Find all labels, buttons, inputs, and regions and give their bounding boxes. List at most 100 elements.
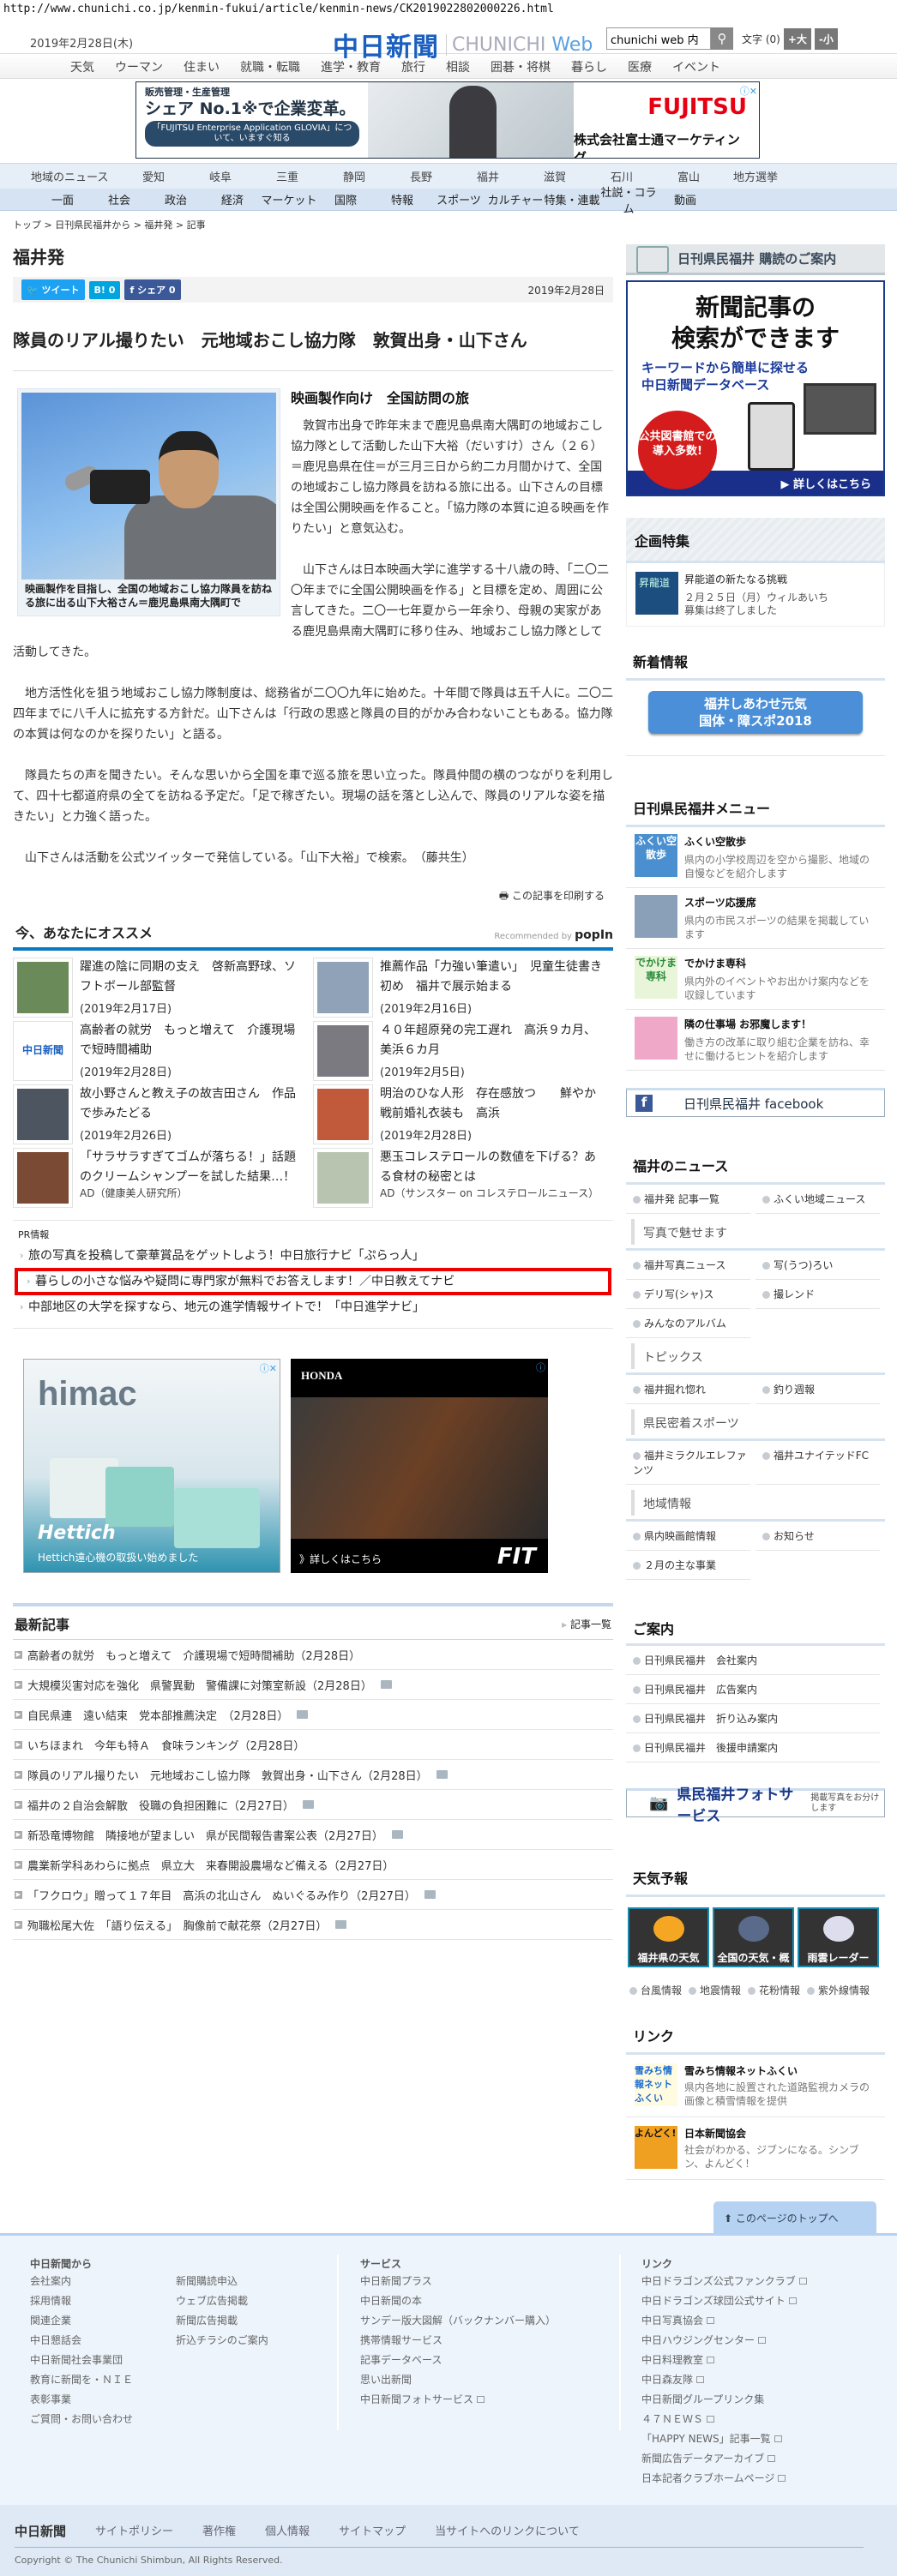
footer-link[interactable]: 中日新聞社会事業団: [30, 2351, 133, 2370]
region-nav-item[interactable]: 三重: [254, 168, 321, 184]
annai-link[interactable]: 日刊県民福井 折り込み案内: [626, 1704, 880, 1733]
nav-item[interactable]: 医療: [617, 54, 662, 78]
recommend-item[interactable]: 悪玉コレステロールの数値を下げる？ある食材の秘密とは AD（サンスター on コレ…: [313, 1148, 613, 1210]
fujitsu-ad-banner[interactable]: 販売管理・生産管理 シェア No.1※で企業変革。 「FUJITSU Enter…: [135, 81, 760, 159]
news-link[interactable]: ２月の主な事業: [626, 1551, 750, 1580]
footer-link[interactable]: 折込チラシのご案内: [176, 2331, 268, 2351]
latest-item[interactable]: ▶ 大規模災害対応を強化 県警異動 警備課に対策室新設（2月28日）: [13, 1670, 613, 1700]
region-nav-item[interactable]: 愛知: [120, 168, 187, 184]
honda-ad[interactable]: ⓘ HONDA 》詳しくはこちら FIT: [291, 1359, 548, 1573]
region-nav-item[interactable]: 福井: [455, 168, 521, 184]
footer-link[interactable]: ウェブ広告掲載: [176, 2291, 268, 2311]
news-link[interactable]: 福井発 記事一覧: [626, 1185, 750, 1214]
news-link[interactable]: 釣り週報: [756, 1375, 880, 1404]
facebook-link[interactable]: f 日刊県民福井 facebook: [626, 1088, 885, 1117]
database-ad[interactable]: 新聞記事の 検索ができます キーワードから簡単に探せる 中日新聞データベース ▶ 詳…: [626, 280, 885, 496]
category-nav-item[interactable]: 一面: [34, 191, 91, 207]
footer-link[interactable]: 関連企業: [30, 2311, 133, 2331]
latest-item[interactable]: ▶ 隊員のリアル撮りたい 元地域おこし協力隊 敦賀出身・山下さん（2月28日）: [13, 1760, 613, 1790]
latest-item[interactable]: ▶ 福井の２自治会解散 役職の負担困難に（2月27日）: [13, 1790, 613, 1820]
nav-item[interactable]: ウーマン: [105, 54, 173, 78]
news-link[interactable]: 撮レンド: [756, 1280, 880, 1309]
footer-link[interactable]: 新聞広告掲載: [176, 2311, 268, 2331]
footer-logo[interactable]: 中日新聞: [15, 2522, 66, 2540]
footer-link[interactable]: ４７ＮＥＷＳ: [641, 2410, 807, 2429]
news-link[interactable]: ふくい地域ニュース: [756, 1185, 880, 1214]
search-input[interactable]: [606, 27, 711, 50]
site-logo[interactable]: 中日新聞 CHUNICHI Web: [333, 26, 593, 63]
category-nav-item[interactable]: スポーツ: [430, 191, 487, 207]
pr-link[interactable]: 旅の写真を投稿して豪華賞品をゲットしよう！中日旅行ナビ「ぷらっ人」: [18, 1244, 608, 1268]
latest-item[interactable]: ▶ 殉職松尾大佐 「語り伝える」 胸像前で献花祭（2月27日）: [13, 1910, 613, 1940]
article-list-link[interactable]: 記事一覧: [562, 1617, 611, 1631]
latest-item[interactable]: ▶ 新恐竜博物館 隣接地が望ましい 県が民間報告書案公表（2月27日）: [13, 1820, 613, 1850]
footer-link[interactable]: 中日新聞の本: [360, 2291, 556, 2311]
recommend-item[interactable]: 躍進の陰に同期の支え 啓新高野球、ソフトボール部監督 (2019年2月17日): [13, 958, 313, 1019]
footer-link[interactable]: 表彰事業: [30, 2390, 133, 2410]
latest-item[interactable]: ▶ 「フクロウ」贈って１７年目 高浜の北山さん ぬいぐるみ作り（2月27日）: [13, 1880, 613, 1910]
footer-link[interactable]: 教育に新聞を・ＮＩＥ: [30, 2370, 133, 2390]
menu-item[interactable]: スポーツ応援席 県内の市民スポーツの結果を掲載しています: [626, 888, 885, 949]
nav-item[interactable]: イベント: [662, 54, 731, 78]
category-nav-item[interactable]: 特集・連載: [544, 191, 600, 207]
news-link[interactable]: お知らせ: [756, 1522, 880, 1551]
footer-link[interactable]: 中日新聞グループリンク集: [641, 2390, 807, 2410]
news-link[interactable]: デリ写(シャ)ス: [626, 1280, 750, 1309]
menu-item[interactable]: 隣の仕事場 お邪魔します！ 働き方の改革に取り組む企業を訪ね、幸せに働けるヒントを…: [626, 1010, 885, 1071]
weather-tile[interactable]: 福井県の天気: [628, 1907, 709, 1967]
weather-link[interactable]: 花粉情報: [748, 1983, 800, 1997]
footer-link[interactable]: 中日森友隊: [641, 2370, 807, 2390]
footer-bottom-link[interactable]: サイトポリシー: [95, 2522, 173, 2540]
weather-link[interactable]: 紫外線情報: [807, 1983, 870, 1997]
category-nav-item[interactable]: 社会: [91, 191, 147, 207]
latest-item[interactable]: ▶ 自民県連 遠い結束 党本部推薦決定 （2月28日）: [13, 1700, 613, 1730]
weather-link[interactable]: 地震情報: [689, 1983, 741, 1997]
recommend-item[interactable]: 明治のひな人形 存在感放つ 鮮やか戦前婚礼衣装も 高浜 (2019年2月28日): [313, 1084, 613, 1146]
nav-item[interactable]: 就職・転職: [230, 54, 310, 78]
footer-link[interactable]: ご質問・お問い合わせ: [30, 2410, 133, 2429]
footer-link[interactable]: 中日写真協会: [641, 2311, 807, 2331]
kikaku-item[interactable]: 昇龍道 昇能道の新たなる挑戦 ２月２５日（月）ウィルあいち 募集は終了しました: [626, 563, 885, 627]
region-nav-item[interactable]: 地方選挙: [722, 168, 789, 184]
footer-link[interactable]: 中日新聞プラス: [360, 2272, 556, 2291]
category-nav-item[interactable]: カルチャー: [487, 191, 544, 207]
category-nav-item[interactable]: 経済: [204, 191, 261, 207]
region-nav-item[interactable]: 石川: [588, 168, 655, 184]
pr-link[interactable]: 暮らしの小さな悩みや疑問に専門家が無料でお答えします！／中日教えてナビ: [15, 1268, 611, 1295]
footer-link[interactable]: 採用情報: [30, 2291, 133, 2311]
recommend-item[interactable]: 「サラサラすぎてゴムが落ちる！」話題のクリームシャンプーを試した結果…！ AD（健…: [13, 1148, 313, 1210]
breadcrumb[interactable]: トップ > 日刊県民福井から > 福井発 > 記事: [13, 218, 613, 231]
annai-link[interactable]: 日刊県民福井 会社案内: [626, 1646, 880, 1675]
footer-link[interactable]: 中日新聞フォトサービス: [360, 2390, 556, 2410]
facebook-share-button[interactable]: f シェア 0: [124, 279, 181, 300]
footer-bottom-link[interactable]: 著作権: [202, 2522, 236, 2540]
print-link[interactable]: 🖶 この記事を印刷する: [13, 886, 613, 906]
news-link[interactable]: 福井ユナイテッドFC: [756, 1441, 880, 1485]
footer-link[interactable]: 携帯情報サービス: [360, 2331, 556, 2351]
category-nav-item[interactable]: 動画: [657, 191, 713, 207]
region-nav-item[interactable]: 静岡: [321, 168, 388, 184]
annai-link[interactable]: 日刊県民福井 広告案内: [626, 1675, 880, 1704]
footer-link[interactable]: 中日料理教室: [641, 2351, 807, 2370]
footer-bottom-link[interactable]: 個人情報: [265, 2522, 310, 2540]
footer-link[interactable]: サンデー版大図解（バックナンバー購入）: [360, 2311, 556, 2331]
ad-pill-button[interactable]: 「FUJITSU Enterprise Application GLOVIA」に…: [145, 121, 359, 147]
footer-link[interactable]: 「HAPPY NEWS」記事一覧: [641, 2429, 807, 2449]
category-nav-item[interactable]: 政治: [147, 191, 204, 207]
honda-more-link[interactable]: 》詳しくはこちら: [299, 1552, 382, 1566]
font-bigger-button[interactable]: +大: [783, 27, 811, 50]
footer-link[interactable]: 思い出新聞: [360, 2370, 556, 2390]
latest-item[interactable]: ▶ 農業新学科あわらに拠点 県立大 来春開設農場など備える（2月27日）: [13, 1850, 613, 1880]
footer-link[interactable]: 日本記者クラブホームページ: [641, 2469, 807, 2489]
footer-link[interactable]: 中日ドラゴンズ公式ファンクラブ: [641, 2272, 807, 2291]
article-photo[interactable]: 映画製作を目指し、全国の地域おこし協力隊員を訪ねる旅に出る山下大裕さん＝鹿児島県…: [17, 388, 280, 616]
news-link[interactable]: みんなのアルバム: [626, 1309, 750, 1338]
pr-link[interactable]: 中部地区の大学を探すなら、地元の進学情報サイトで！「中日進学ナビ」: [18, 1295, 608, 1319]
font-smaller-button[interactable]: -小: [814, 27, 838, 50]
recommend-item[interactable]: 故小野さんと教え子の故吉田さん 作品で歩みたどる (2019年2月26日): [13, 1084, 313, 1146]
weather-tile[interactable]: 全国の天気・概況: [713, 1907, 794, 1979]
address-bar[interactable]: http://www.chunichi.co.jp/kenmin-fukui/a…: [0, 0, 897, 19]
recommend-item[interactable]: 推薦作品「力強い筆遣い」 児童生徒書き初め 福井で展示始まる (2019年2月16…: [313, 958, 613, 1019]
kokutai-banner[interactable]: 福井しあわせ元気 国体・障スポ2018: [648, 691, 863, 734]
footer-link[interactable]: 中日ハウジングセンター: [641, 2331, 807, 2351]
